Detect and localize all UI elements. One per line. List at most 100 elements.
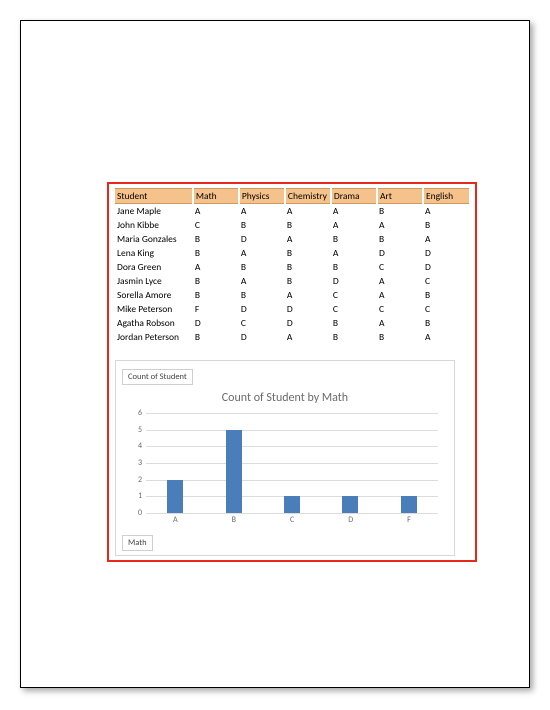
grade-cell: D <box>239 330 285 344</box>
grade-cell: B <box>331 330 377 344</box>
chart-x-axis: ABCDF <box>146 515 438 525</box>
grade-cell: B <box>331 260 377 274</box>
grades-table: Student Math Physics Chemistry Drama Art… <box>115 188 469 344</box>
grade-cell: C <box>331 288 377 302</box>
chart-y-tick: 2 <box>130 475 142 485</box>
grade-cell: B <box>285 260 331 274</box>
chart-x-tick: F <box>407 515 411 525</box>
grade-cell: B <box>377 232 423 246</box>
col-header: Math <box>193 189 239 204</box>
grade-cell: D <box>377 246 423 260</box>
grade-cell: A <box>423 204 469 219</box>
grade-cell: D <box>331 274 377 288</box>
chart-bars <box>146 413 438 513</box>
student-name-cell: Agatha Robson <box>115 316 193 330</box>
student-name-cell: Jane Maple <box>115 204 193 219</box>
grade-cell: D <box>239 232 285 246</box>
grade-cell: F <box>193 302 239 316</box>
table-row: Mike PetersonFDDCCC <box>115 302 469 316</box>
grade-cell: D <box>285 302 331 316</box>
grade-cell: B <box>193 330 239 344</box>
chart-bar <box>284 496 300 513</box>
grade-cell: A <box>193 204 239 219</box>
grade-cell: B <box>193 274 239 288</box>
table-row: Dora GreenABBBCD <box>115 260 469 274</box>
grade-cell: D <box>423 246 469 260</box>
grade-cell: B <box>285 274 331 288</box>
col-header: Physics <box>239 189 285 204</box>
col-header: English <box>423 189 469 204</box>
grade-cell: A <box>285 232 331 246</box>
grade-cell: D <box>239 302 285 316</box>
student-name-cell: Jordan Peterson <box>115 330 193 344</box>
col-header: Drama <box>331 189 377 204</box>
grade-cell: B <box>377 204 423 219</box>
chart-x-tick: A <box>173 515 178 525</box>
chart-container: Count of Student Count of Student by Mat… <box>115 360 455 556</box>
grade-cell: A <box>377 288 423 302</box>
grade-cell: B <box>285 246 331 260</box>
grade-cell: A <box>377 316 423 330</box>
student-name-cell: Lena King <box>115 246 193 260</box>
table-row: John KibbeCBBAAB <box>115 218 469 232</box>
student-name-cell: John Kibbe <box>115 218 193 232</box>
grade-cell: B <box>423 288 469 302</box>
grade-cell: A <box>423 232 469 246</box>
grade-cell: C <box>423 274 469 288</box>
chart-gridline <box>146 513 438 514</box>
grade-cell: C <box>377 260 423 274</box>
grade-cell: A <box>239 204 285 219</box>
grade-cell: D <box>193 316 239 330</box>
document-page: Student Math Physics Chemistry Drama Art… <box>20 20 530 688</box>
col-header: Chemistry <box>285 189 331 204</box>
grade-cell: A <box>285 330 331 344</box>
student-name-cell: Jasmin Lyce <box>115 274 193 288</box>
chart-title: Count of Student by Math <box>122 391 448 405</box>
chart-plot-area: 0123456 <box>146 413 438 513</box>
grade-cell: B <box>193 246 239 260</box>
grade-cell: B <box>239 288 285 302</box>
grade-cell: C <box>423 302 469 316</box>
grade-cell: B <box>239 260 285 274</box>
chart-bar <box>226 430 242 513</box>
student-name-cell: Sorella Amore <box>115 288 193 302</box>
table-row: Lena KingBABADD <box>115 246 469 260</box>
chart-y-tick: 3 <box>130 458 142 468</box>
grade-cell: A <box>377 218 423 232</box>
grade-cell: A <box>239 274 285 288</box>
chart-x-tick: C <box>290 515 294 525</box>
grade-cell: D <box>423 260 469 274</box>
grade-cell: A <box>193 260 239 274</box>
chart-bar <box>342 496 358 513</box>
grade-cell: B <box>285 218 331 232</box>
grade-cell: B <box>331 232 377 246</box>
grade-cell: A <box>285 204 331 219</box>
grade-cell: C <box>193 218 239 232</box>
chart-y-tick: 5 <box>130 425 142 435</box>
grade-cell: C <box>377 302 423 316</box>
grade-cell: B <box>377 330 423 344</box>
col-header: Art <box>377 189 423 204</box>
grade-cell: D <box>285 316 331 330</box>
grade-cell: C <box>331 302 377 316</box>
chart-bar <box>167 480 183 513</box>
table-row: Jasmin LyceBABDAC <box>115 274 469 288</box>
grade-cell: C <box>239 316 285 330</box>
chart-y-tick: 4 <box>130 441 142 451</box>
table-row: Jane MapleAAAABA <box>115 204 469 219</box>
chart-field-pill: Count of Student <box>122 369 193 385</box>
grade-cell: B <box>423 218 469 232</box>
student-name-cell: Maria Gonzales <box>115 232 193 246</box>
table-row: Agatha RobsonDCDBAB <box>115 316 469 330</box>
table-row: Jordan PetersonBDABBA <box>115 330 469 344</box>
chart-y-tick: 0 <box>130 508 142 518</box>
grade-cell: B <box>423 316 469 330</box>
col-header: Student <box>115 189 193 204</box>
grade-cell: B <box>331 316 377 330</box>
chart-bar <box>401 496 417 513</box>
selection-frame: Student Math Physics Chemistry Drama Art… <box>107 182 477 562</box>
chart-axis-pill: Math <box>122 535 153 551</box>
student-name-cell: Mike Peterson <box>115 302 193 316</box>
grade-cell: A <box>239 246 285 260</box>
grade-cell: A <box>331 218 377 232</box>
